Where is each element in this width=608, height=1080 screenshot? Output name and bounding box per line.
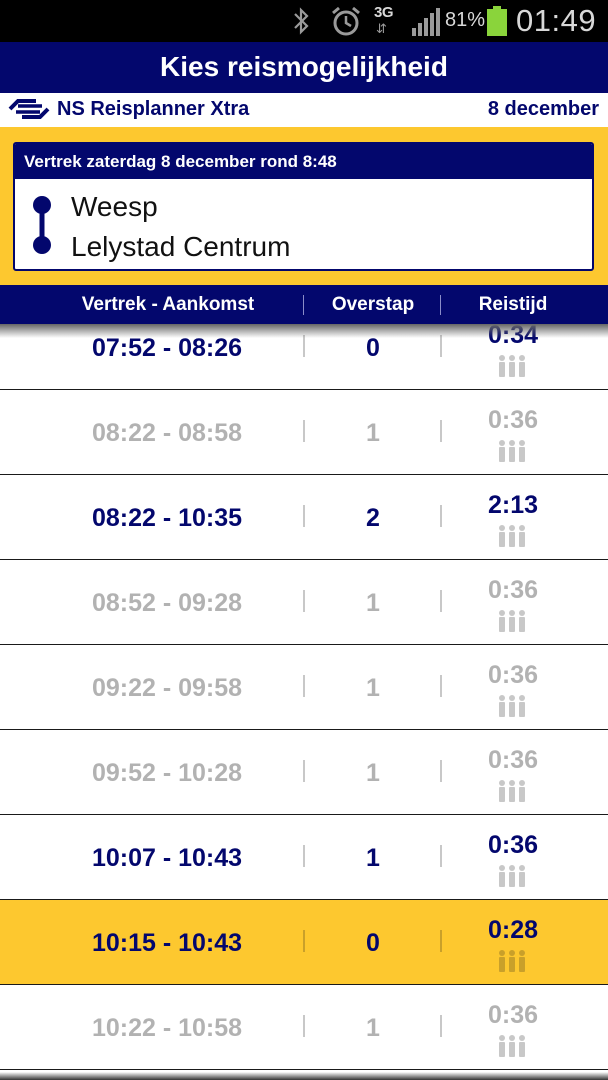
journey-row[interactable]: 09:52 - 10:28 1 0:36: [0, 730, 608, 815]
journey-times: 09:52 - 10:28: [91, 759, 243, 787]
sub-header: NS Reisplanner Xtra 8 december: [0, 93, 608, 127]
journey-duration: 0:36: [487, 406, 539, 434]
journey-row[interactable]: 10:07 - 10:43 1 0:36: [0, 815, 608, 900]
crowding-icon: [499, 780, 525, 802]
column-header-time: Vertrek - Aankomst: [81, 294, 255, 315]
journey-times: 08:22 - 10:35: [91, 504, 243, 532]
ns-logo-icon: [8, 99, 50, 119]
journey-transfers: 1: [366, 419, 380, 447]
journey-times: 10:15 - 10:43: [91, 929, 243, 957]
battery-icon: [487, 6, 507, 36]
journey-times: 08:22 - 08:58: [91, 419, 243, 447]
journey-transfers: 1: [366, 844, 380, 872]
journey-transfers: 0: [366, 334, 380, 362]
route-card[interactable]: Vertrek zaterdag 8 december rond 8:48 We…: [13, 142, 594, 271]
list-bottom-edge: [0, 1072, 608, 1080]
journey-row[interactable]: 10:22 - 10:58 1 0:36: [0, 985, 608, 1070]
page-title: Kies reismogelijkheid: [160, 51, 448, 82]
crowding-icon: [499, 950, 525, 972]
journey-row-selected[interactable]: 10:15 - 10:43 0 0:28: [0, 900, 608, 985]
alarm-icon: [332, 6, 360, 36]
travel-date: 8 december: [487, 98, 599, 120]
journey-transfers: 0: [366, 929, 380, 957]
signal-icon: [412, 8, 440, 36]
journey-duration: 2:13: [487, 491, 539, 519]
journey-transfers: 1: [366, 589, 380, 617]
journey-duration: 0:36: [487, 661, 539, 689]
journey-transfers: 1: [366, 674, 380, 702]
network-type: 3G: [374, 4, 394, 21]
battery-percent: 81%: [445, 9, 486, 31]
journey-row[interactable]: 08:22 - 10:35 2 2:13: [0, 475, 608, 560]
crowding-icon: [499, 695, 525, 717]
app-name: NS Reisplanner Xtra: [57, 98, 250, 120]
column-header-duration: Reistijd: [478, 294, 548, 315]
journey-duration: 0:36: [487, 831, 539, 859]
column-header-transfers: Overstap: [331, 294, 415, 315]
title-bar: Kies reismogelijkheid: [0, 42, 608, 93]
journey-transfers: 1: [366, 1014, 380, 1042]
journey-times: 07:52 - 08:26: [91, 334, 243, 362]
route-line-icon: [33, 196, 51, 254]
journey-duration: 0:28: [487, 916, 539, 944]
journey-transfers: 1: [366, 759, 380, 787]
crowding-icon: [499, 525, 525, 547]
status-bar: 3G ⇵ 81% 01:49: [0, 0, 608, 42]
crowding-icon: [499, 865, 525, 887]
journey-duration: 0:36: [487, 746, 539, 774]
journey-duration: 0:36: [487, 576, 539, 604]
bluetooth-icon: [294, 7, 309, 35]
journey-times: 09:22 - 09:58: [91, 674, 243, 702]
crowding-icon: [499, 610, 525, 632]
journey-row[interactable]: 08:22 - 08:58 1 0:36: [0, 390, 608, 475]
journey-times: 10:22 - 10:58: [91, 1014, 243, 1042]
column-header: Vertrek - Aankomst Overstap Reistijd: [0, 285, 608, 324]
clock: 01:49: [516, 3, 597, 38]
route-card-header: Vertrek zaterdag 8 december rond 8:48: [15, 144, 592, 179]
journey-times: 08:52 - 09:28: [91, 589, 243, 617]
journey-list[interactable]: 07:52 - 08:26 0 0:34 08:22 - 08:58 1 0:36 08:2…: [0, 305, 608, 1070]
journey-duration: 0:34: [487, 321, 539, 349]
crowding-icon: [499, 355, 525, 377]
journey-transfers: 2: [366, 504, 380, 532]
route-summary-area: Vertrek zaterdag 8 december rond 8:48 We…: [0, 127, 608, 285]
departure-info: Vertrek zaterdag 8 december rond 8:48: [24, 152, 337, 171]
journey-duration: 0:36: [487, 1001, 539, 1029]
station-from: Weesp: [71, 191, 158, 222]
crowding-icon: [499, 1035, 525, 1057]
network-3g-icon: 3G ⇵: [374, 4, 394, 36]
crowding-icon: [499, 440, 525, 462]
station-to: Lelystad Centrum: [71, 231, 291, 262]
journey-times: 10:07 - 10:43: [91, 844, 243, 872]
journey-row[interactable]: 09:22 - 09:58 1 0:36: [0, 645, 608, 730]
journey-row[interactable]: 08:52 - 09:28 1 0:36: [0, 560, 608, 645]
